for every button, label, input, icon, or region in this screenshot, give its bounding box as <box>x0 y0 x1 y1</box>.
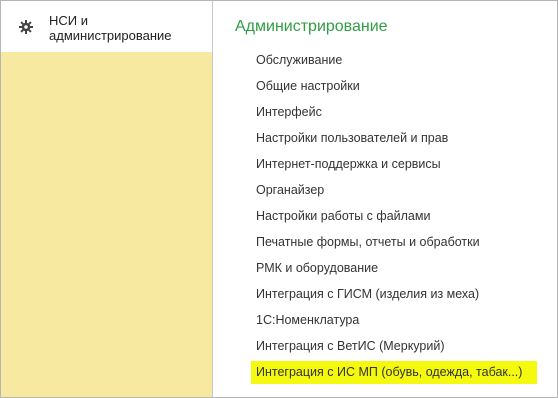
link-item-pos-equipment: РМК и оборудование <box>213 257 557 283</box>
link-item-organizer: Органайзер <box>213 179 557 205</box>
link-user-settings[interactable]: Настройки пользователей и прав <box>256 130 448 146</box>
link-pos-equipment[interactable]: РМК и оборудование <box>256 260 378 276</box>
link-item-nomenclature: 1С:Номенклатура <box>213 309 557 335</box>
admin-links-list: Обслуживание Общие настройки Интерфейс Н… <box>213 49 557 387</box>
link-nomenclature[interactable]: 1С:Номенклатура <box>256 312 359 328</box>
link-item-maintenance: Обслуживание <box>213 49 557 75</box>
link-organizer[interactable]: Органайзер <box>256 182 324 198</box>
link-internet-support[interactable]: Интернет-поддержка и сервисы <box>256 156 441 172</box>
link-item-user-settings: Настройки пользователей и прав <box>213 127 557 153</box>
sidebar-item-label: НСИ и администрирование <box>49 13 209 43</box>
link-interface[interactable]: Интерфейс <box>256 104 322 120</box>
link-item-is-mp: Интеграция с ИС МП (обувь, одежда, табак… <box>213 361 557 387</box>
link-maintenance[interactable]: Обслуживание <box>256 52 342 68</box>
app-window: НСИ и администрирование Администрировани… <box>0 0 558 398</box>
main-panel: Администрирование Обслуживание Общие нас… <box>213 1 557 397</box>
link-item-file-settings: Настройки работы с файлами <box>213 205 557 231</box>
link-item-general-settings: Общие настройки <box>213 75 557 101</box>
link-print-forms[interactable]: Печатные формы, отчеты и обработки <box>256 234 480 250</box>
page-title: Администрирование <box>235 18 388 35</box>
sidebar-item-nsi-admin[interactable]: НСИ и администрирование <box>1 1 212 52</box>
link-general-settings[interactable]: Общие настройки <box>256 78 360 94</box>
link-item-internet-support: Интернет-поддержка и сервисы <box>213 153 557 179</box>
link-is-mp[interactable]: Интеграция с ИС МП (обувь, одежда, табак… <box>256 364 522 380</box>
sidebar: НСИ и администрирование <box>1 1 213 397</box>
sidebar-item-label-line1: НСИ и <box>49 13 88 28</box>
sidebar-item-label-line2: администрирование <box>49 28 172 43</box>
link-vetis[interactable]: Интеграция с ВетИС (Меркурий) <box>256 338 445 354</box>
gear-icon <box>19 20 33 34</box>
link-item-interface: Интерфейс <box>213 101 557 127</box>
link-item-gism: Интеграция с ГИСМ (изделия из меха) <box>213 283 557 309</box>
link-file-settings[interactable]: Настройки работы с файлами <box>256 208 430 224</box>
link-item-vetis: Интеграция с ВетИС (Меркурий) <box>213 335 557 361</box>
link-item-print-forms: Печатные формы, отчеты и обработки <box>213 231 557 257</box>
link-gism[interactable]: Интеграция с ГИСМ (изделия из меха) <box>256 286 479 302</box>
